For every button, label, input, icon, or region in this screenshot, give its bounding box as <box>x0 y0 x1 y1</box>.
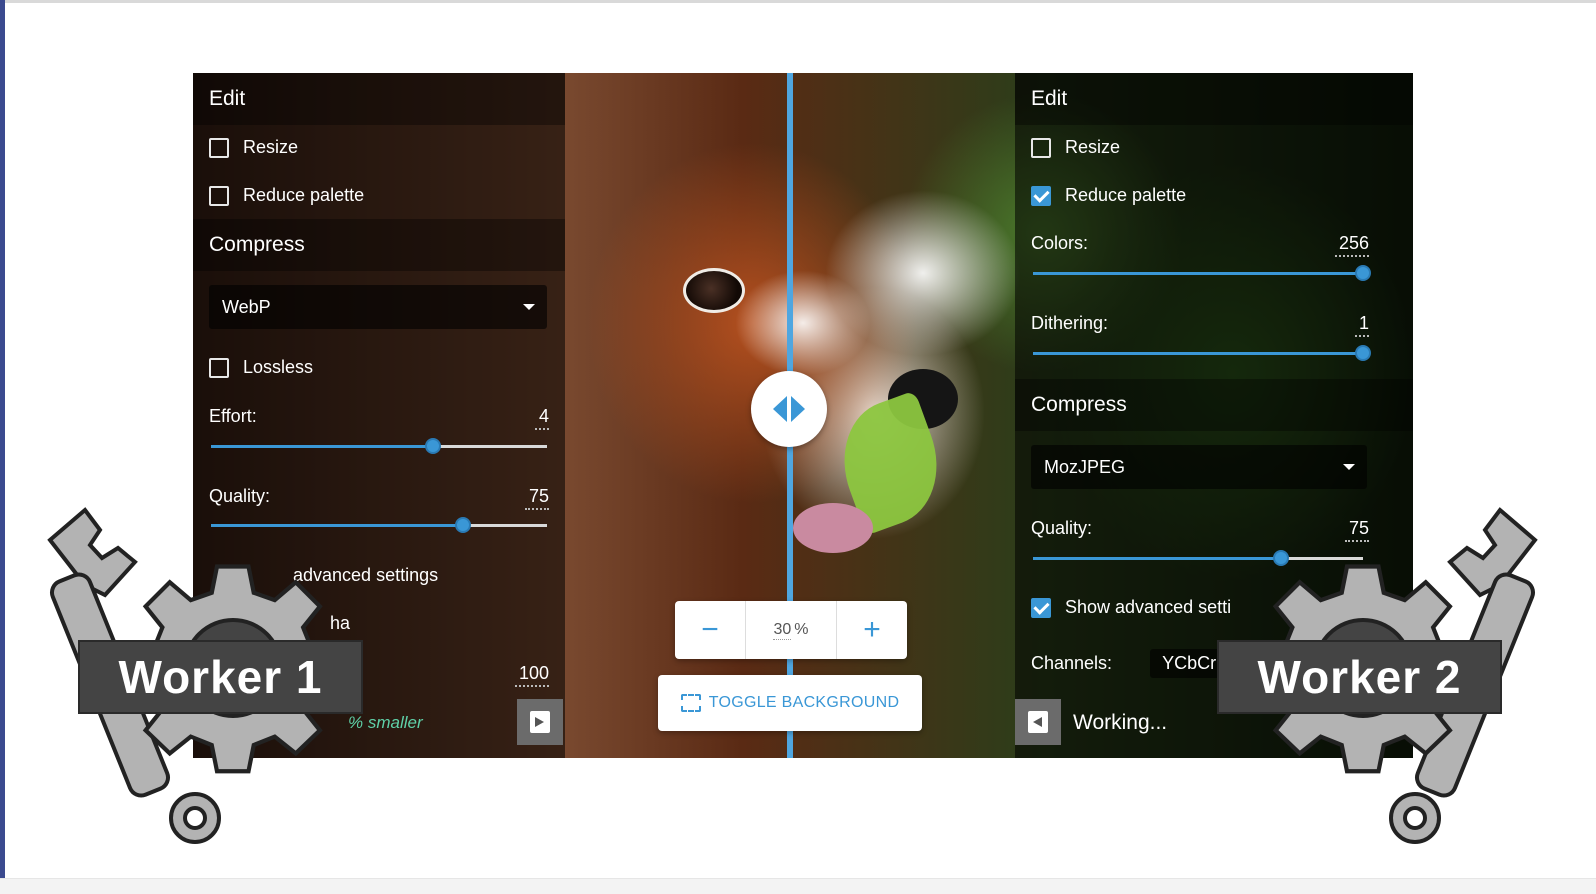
right-advanced-settings-label: Show advanced setti <box>1065 597 1232 617</box>
worker-2-label: Worker 2 <box>1217 640 1502 714</box>
left-effort-row: Effort: 4 <box>209 406 549 430</box>
background-icon <box>680 694 701 712</box>
right-colors-slider-thumb[interactable] <box>1355 265 1371 281</box>
right-codec-select[interactable]: MozJPEG <box>1031 445 1367 489</box>
left-resize-checkbox[interactable] <box>209 137 229 158</box>
left-lossless-option[interactable]: Lossless <box>209 357 313 378</box>
panda-mouth <box>793 503 873 553</box>
window-top-border <box>0 0 1596 3</box>
arrow-right-icon <box>791 396 805 422</box>
worker-1-label: Worker 1 <box>78 640 363 714</box>
left-lossless-label: Lossless <box>243 357 314 377</box>
right-codec-value: MozJPEG <box>1044 457 1126 477</box>
right-resize-label: Resize <box>1065 137 1121 157</box>
left-effort-slider[interactable] <box>211 438 547 454</box>
window-left-border <box>0 0 5 894</box>
left-effort-value[interactable]: 4 <box>534 406 549 430</box>
zoom-in-button[interactable]: + <box>837 601 907 659</box>
worker-1-graphic: Worker 1 <box>30 500 370 845</box>
right-advanced-settings-checkbox[interactable] <box>1031 597 1051 618</box>
right-edit-heading: Edit <box>1015 73 1413 125</box>
zoom-out-button[interactable]: − <box>675 601 745 659</box>
left-codec-select[interactable]: WebP <box>209 285 547 329</box>
toggle-background-button[interactable]: TOGGLE BACKGROUND <box>658 675 922 731</box>
right-reduce-palette-option[interactable]: Reduce palette <box>1031 185 1186 206</box>
left-effort-slider-thumb[interactable] <box>425 438 441 454</box>
left-alpha-quality-value[interactable]: 100 <box>514 663 549 687</box>
left-compress-heading: Compress <box>193 219 565 271</box>
compare-divider-handle[interactable] <box>751 371 827 447</box>
copy-left-icon <box>1028 711 1048 733</box>
right-colors-row: Colors: 256 <box>1031 233 1369 257</box>
right-dithering-slider-thumb[interactable] <box>1355 345 1371 361</box>
window-bottom-border <box>0 878 1596 894</box>
zoom-value-unit: % <box>794 621 809 638</box>
right-resize-checkbox[interactable] <box>1031 137 1051 158</box>
copy-right-icon <box>530 711 550 733</box>
right-reduce-palette-label: Reduce palette <box>1065 185 1187 205</box>
panda-eye <box>683 268 745 313</box>
zoom-value[interactable]: 30 % <box>745 601 837 659</box>
left-codec-value: WebP <box>222 297 271 317</box>
right-compress-heading: Compress <box>1015 379 1413 431</box>
zoom-value-number[interactable]: 30 <box>773 621 792 640</box>
right-copy-settings-button[interactable] <box>1015 699 1061 745</box>
left-edit-heading: Edit <box>193 73 565 125</box>
left-reduce-palette-label: Reduce palette <box>243 185 365 205</box>
right-colors-label: Colors: <box>1031 233 1089 253</box>
right-colors-slider[interactable] <box>1033 265 1371 281</box>
right-dithering-slider[interactable] <box>1033 345 1371 361</box>
right-status-text: Working... <box>1073 711 1168 734</box>
right-quality-label: Quality: <box>1031 518 1093 538</box>
right-channels-row: Channels: YCbCr <box>1031 649 1229 678</box>
right-dithering-row: Dithering: 1 <box>1031 313 1369 337</box>
left-reduce-palette-checkbox[interactable] <box>209 185 229 206</box>
right-channels-label: Channels: <box>1031 653 1113 673</box>
right-dithering-value[interactable]: 1 <box>1354 313 1369 337</box>
right-colors-value[interactable]: 256 <box>1334 233 1369 257</box>
left-reduce-palette-option[interactable]: Reduce palette <box>209 185 364 206</box>
left-effort-label: Effort: <box>209 406 257 426</box>
right-dithering-label: Dithering: <box>1031 313 1109 333</box>
chevron-down-icon <box>1343 464 1355 470</box>
right-resize-option[interactable]: Resize <box>1031 137 1120 158</box>
right-advanced-settings-option[interactable]: Show advanced setti <box>1031 597 1231 618</box>
arrow-left-icon <box>773 396 787 422</box>
left-copy-settings-button[interactable] <box>517 699 563 745</box>
left-quality-slider-thumb[interactable] <box>455 517 471 533</box>
chevron-down-icon <box>523 304 535 310</box>
right-reduce-palette-checkbox[interactable] <box>1031 185 1051 206</box>
left-resize-label: Resize <box>243 137 299 157</box>
toggle-background-label: TOGGLE BACKGROUND <box>708 694 900 711</box>
left-resize-option[interactable]: Resize <box>209 137 298 158</box>
left-lossless-checkbox[interactable] <box>209 357 229 378</box>
worker-2-graphic: Worker 2 <box>1215 500 1555 845</box>
left-quality-value[interactable]: 75 <box>524 486 549 510</box>
zoom-controls: − 30 % + <box>675 601 907 659</box>
